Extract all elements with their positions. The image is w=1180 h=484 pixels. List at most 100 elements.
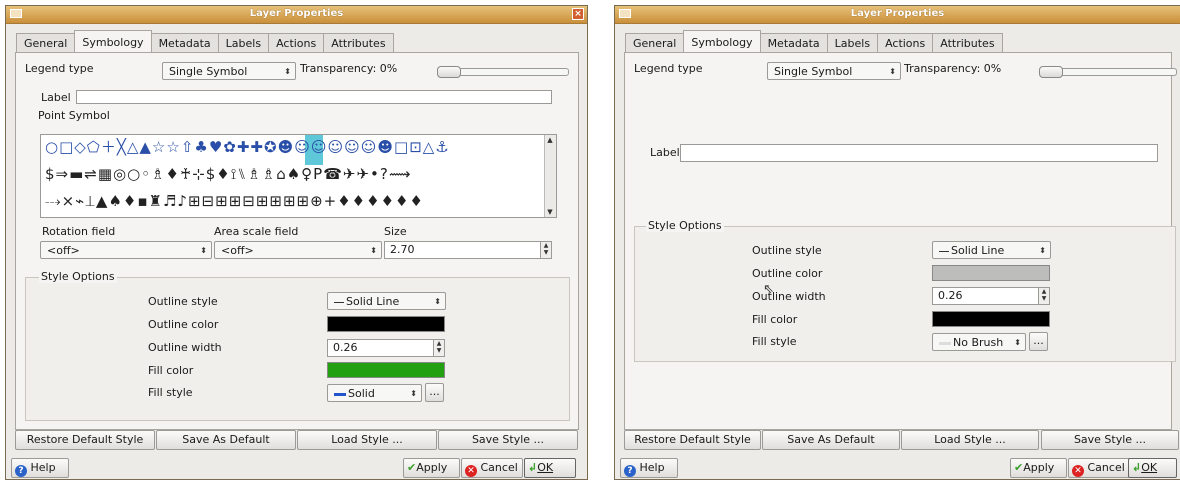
help-icon: ? xyxy=(624,465,636,477)
tab-symbology[interactable]: Symbology xyxy=(683,30,761,52)
spin-arrows-icon: ⬍ xyxy=(370,246,377,255)
save-style-button[interactable]: Save Style ... xyxy=(438,430,578,450)
symbol-row[interactable]: ⤏⨯⌁⟂▲♠♦▪♜♬♪⊞⊟⊞⊞⊟⊞⊞⊞⊞⊕+♦♦♦♦♦♦ xyxy=(45,190,424,212)
symbol-row[interactable]: ○□◇⬠＋╳△▲☆☆⇧♣♥✿✚✚✪☻☺☺☺☺☺☻□⊡△⚓ xyxy=(45,136,450,158)
tab-metadata[interactable]: Metadata xyxy=(150,33,219,52)
fill-style-select[interactable]: Solid ⬍ xyxy=(327,384,422,402)
cancel-button[interactable]: ✕ Cancel xyxy=(461,458,523,478)
save-as-default-button[interactable]: Save As Default xyxy=(156,430,296,450)
point-symbol-list[interactable]: ○□◇⬠＋╳△▲☆☆⇧♣♥✿✚✚✪☻☺☺☺☺☺☻□⊡△⚓ $⇒▬⇌▦◎○◦♗♦♰… xyxy=(40,134,557,218)
scroll-up-icon[interactable]: ▲ xyxy=(545,135,555,145)
transparency-slider[interactable] xyxy=(437,66,569,78)
line-style-icon xyxy=(939,250,949,252)
fill-color-label: Fill color xyxy=(148,364,194,377)
tab-general[interactable]: General xyxy=(625,33,685,52)
fill-color-button[interactable] xyxy=(327,362,445,378)
symbol-list-scrollbar[interactable]: ▲ ▼ xyxy=(544,135,556,217)
outline-width-label: Outline width xyxy=(148,341,222,354)
spin-arrows-icon[interactable]: ▲ ▼ xyxy=(1038,288,1049,304)
spin-arrows-icon: ⬍ xyxy=(1039,246,1046,255)
legend-type-value: Single Symbol xyxy=(169,65,248,78)
area-scale-field-select[interactable]: <off> ⬍ xyxy=(214,241,382,259)
cancel-label: Cancel xyxy=(480,461,518,474)
layer-properties-window-right: Layer Properties General Symbology Metad… xyxy=(614,5,1180,480)
apply-button[interactable]: ✔Apply xyxy=(1010,458,1067,478)
apply-button[interactable]: ✔Apply xyxy=(403,458,460,478)
legend-type-select[interactable]: Single Symbol ⬍ xyxy=(162,62,296,80)
label-label: Label xyxy=(650,146,680,159)
save-style-button[interactable]: Save Style ... xyxy=(1041,430,1179,450)
title-bar[interactable]: Layer Properties xyxy=(615,6,1180,24)
tab-actions[interactable]: Actions xyxy=(268,33,325,52)
save-as-default-button[interactable]: Save As Default xyxy=(762,430,900,450)
rotation-field-value: <off> xyxy=(47,244,80,257)
spin-arrows-icon[interactable]: ▲ ▼ xyxy=(433,340,444,356)
fill-color-button[interactable] xyxy=(932,311,1050,327)
legend-type-label: Legend type xyxy=(634,62,703,75)
symbol-row[interactable]: $⇒▬⇌▦◎○◦♗♦♰⊹$♦⟟⑊♗♗⌂♠♀P☎✈✈•?⟿ xyxy=(45,163,411,185)
outline-color-label: Outline color xyxy=(148,318,219,331)
tab-symbology[interactable]: Symbology xyxy=(74,30,152,52)
label-input[interactable] xyxy=(680,144,1158,162)
ok-label: OK xyxy=(1141,461,1158,474)
tab-general[interactable]: General xyxy=(16,33,76,52)
fill-brush-icon xyxy=(939,341,951,345)
spin-arrows-icon: ⬍ xyxy=(410,389,417,398)
outline-color-button[interactable] xyxy=(327,316,445,332)
point-symbol-label: Point Symbol xyxy=(38,109,110,122)
spin-arrows-icon: ⬍ xyxy=(200,246,207,255)
tab-actions[interactable]: Actions xyxy=(877,33,934,52)
size-label: Size xyxy=(384,225,407,238)
title-bar[interactable]: Layer Properties × xyxy=(6,6,587,24)
scroll-down-icon[interactable]: ▼ xyxy=(545,207,555,217)
outline-width-spinbox[interactable]: 0.26 ▲ ▼ xyxy=(932,287,1050,305)
cancel-icon: ✕ xyxy=(465,465,477,477)
slider-handle[interactable] xyxy=(1039,66,1063,78)
fill-style-more-button[interactable]: ... xyxy=(425,383,444,402)
style-options-group xyxy=(25,277,570,421)
outline-style-select[interactable]: Solid Line ⬍ xyxy=(327,292,446,310)
tab-labels[interactable]: Labels xyxy=(826,33,879,52)
fill-style-select[interactable]: No Brush ⬍ xyxy=(932,333,1026,351)
fill-style-value: Solid xyxy=(348,387,375,400)
ok-button[interactable]: ↲OK xyxy=(1128,458,1177,478)
help-label: Help xyxy=(30,461,56,474)
ok-label: OK xyxy=(537,461,554,474)
outline-color-label: Outline color xyxy=(752,267,823,280)
tab-attributes[interactable]: Attributes xyxy=(932,33,1003,52)
load-style-button[interactable]: Load Style ... xyxy=(901,430,1039,450)
load-style-button[interactable]: Load Style ... xyxy=(297,430,437,450)
size-spinbox[interactable]: 2.70 ▲ ▼ xyxy=(384,241,552,259)
outline-style-value: Solid Line xyxy=(346,295,400,308)
help-button[interactable]: ? Help xyxy=(620,458,678,478)
ok-button[interactable]: ↲OK xyxy=(524,458,576,478)
fill-color-label: Fill color xyxy=(752,313,798,326)
help-button[interactable]: ? Help xyxy=(11,458,69,478)
transparency-label: Transparency: 0% xyxy=(904,62,1002,75)
spin-arrows-icon[interactable]: ▲ ▼ xyxy=(540,242,551,258)
transparency-slider[interactable] xyxy=(1039,66,1177,78)
apply-label: Apply xyxy=(416,461,448,474)
transparency-label: Transparency: 0% xyxy=(300,62,398,75)
outline-width-spinbox[interactable]: 0.26 ▲ ▼ xyxy=(327,339,445,357)
apply-label: Apply xyxy=(1023,461,1055,474)
outline-color-button[interactable] xyxy=(932,265,1050,281)
window-title: Layer Properties xyxy=(850,8,945,19)
tab-labels[interactable]: Labels xyxy=(217,33,270,52)
fill-style-more-button[interactable]: ... xyxy=(1029,332,1048,351)
slider-handle[interactable] xyxy=(437,66,461,78)
restore-default-style-button[interactable]: Restore Default Style xyxy=(624,430,761,450)
spin-arrows-icon: ⬍ xyxy=(434,297,441,306)
outline-style-select[interactable]: Solid Line ⬍ xyxy=(932,241,1051,259)
restore-default-style-button[interactable]: Restore Default Style xyxy=(15,430,155,450)
layer-properties-window-left: Layer Properties × General Symbology Met… xyxy=(5,5,588,480)
cancel-button[interactable]: ✕ Cancel xyxy=(1068,458,1130,478)
label-label: Label xyxy=(41,91,71,104)
rotation-field-select[interactable]: <off> ⬍ xyxy=(40,241,212,259)
close-icon[interactable]: × xyxy=(572,8,584,20)
checkmark-icon: ✔ xyxy=(1014,461,1024,474)
tab-metadata[interactable]: Metadata xyxy=(759,33,828,52)
legend-type-select[interactable]: Single Symbol ⬍ xyxy=(767,62,901,80)
label-input[interactable] xyxy=(76,90,552,104)
tab-attributes[interactable]: Attributes xyxy=(323,33,394,52)
